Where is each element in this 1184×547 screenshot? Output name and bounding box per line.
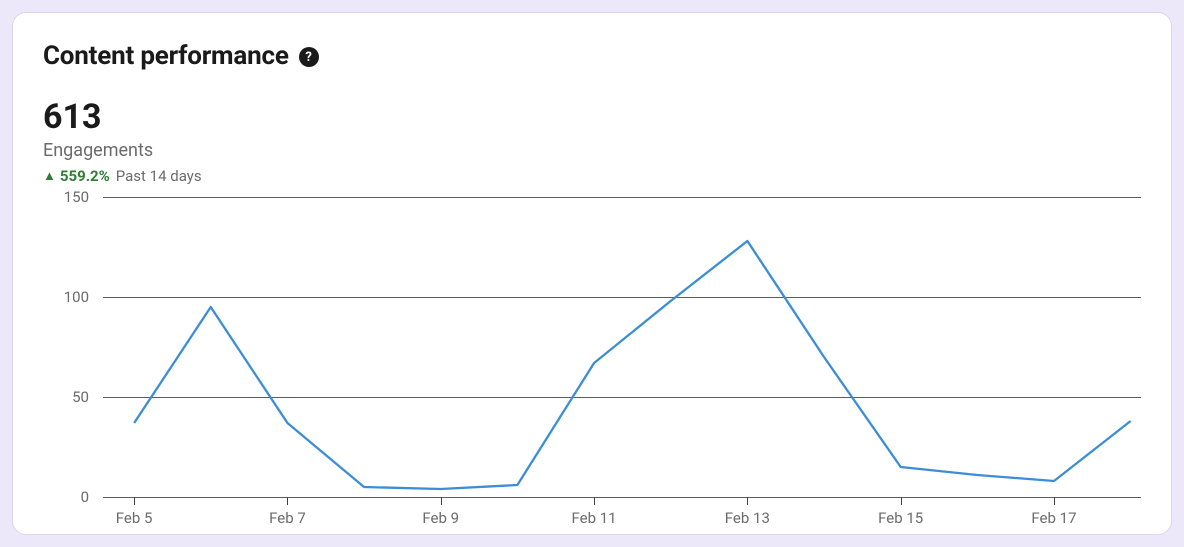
x-tick-label: Feb 15 (878, 509, 923, 527)
x-tick-label: Feb 11 (571, 509, 616, 527)
line-svg (103, 197, 1141, 497)
metric-delta: ▲ 559.2% Past 14 days (43, 167, 1141, 185)
chart: 050100150 (43, 197, 1141, 497)
help-icon[interactable]: ? (299, 47, 319, 67)
data-line (134, 241, 1130, 489)
card-header: Content performance ? (43, 41, 1141, 71)
x-tickmark (287, 497, 288, 505)
x-tickmark (747, 497, 748, 505)
y-tick-label: 100 (64, 288, 89, 306)
x-tick-label: Feb 7 (269, 509, 306, 527)
x-tick-label: Feb 17 (1031, 509, 1076, 527)
metric-value: 613 (43, 99, 1141, 136)
y-tick-label: 50 (72, 388, 89, 406)
card-title: Content performance (43, 41, 289, 71)
x-tickmark (1054, 497, 1055, 505)
x-tick-label: Feb 9 (422, 509, 459, 527)
plot-area (103, 197, 1141, 497)
metric-block: 613 Engagements ▲ 559.2% Past 14 days (43, 99, 1141, 185)
x-tickmark (594, 497, 595, 505)
x-tick-label: Feb 5 (116, 509, 153, 527)
content-performance-card: Content performance ? 613 Engagements ▲ … (12, 12, 1172, 535)
y-axis: 050100150 (43, 197, 103, 497)
y-tick-label: 150 (64, 188, 89, 206)
x-tickmark (134, 497, 135, 505)
y-tick-label: 0 (81, 488, 89, 506)
x-tick-label: Feb 13 (725, 509, 770, 527)
delta-percent: 559.2% (60, 167, 110, 185)
x-axis: Feb 5 Feb 7 Feb 9 Feb 11 Feb 13 Feb 15 Feb 17 (103, 509, 1141, 533)
delta-period: Past 14 days (116, 167, 202, 185)
gridline (103, 497, 1141, 498)
metric-label: Engagements (43, 140, 1141, 161)
x-tickmark (901, 497, 902, 505)
triangle-up-icon: ▲ (43, 168, 56, 184)
x-tickmark (441, 497, 442, 505)
